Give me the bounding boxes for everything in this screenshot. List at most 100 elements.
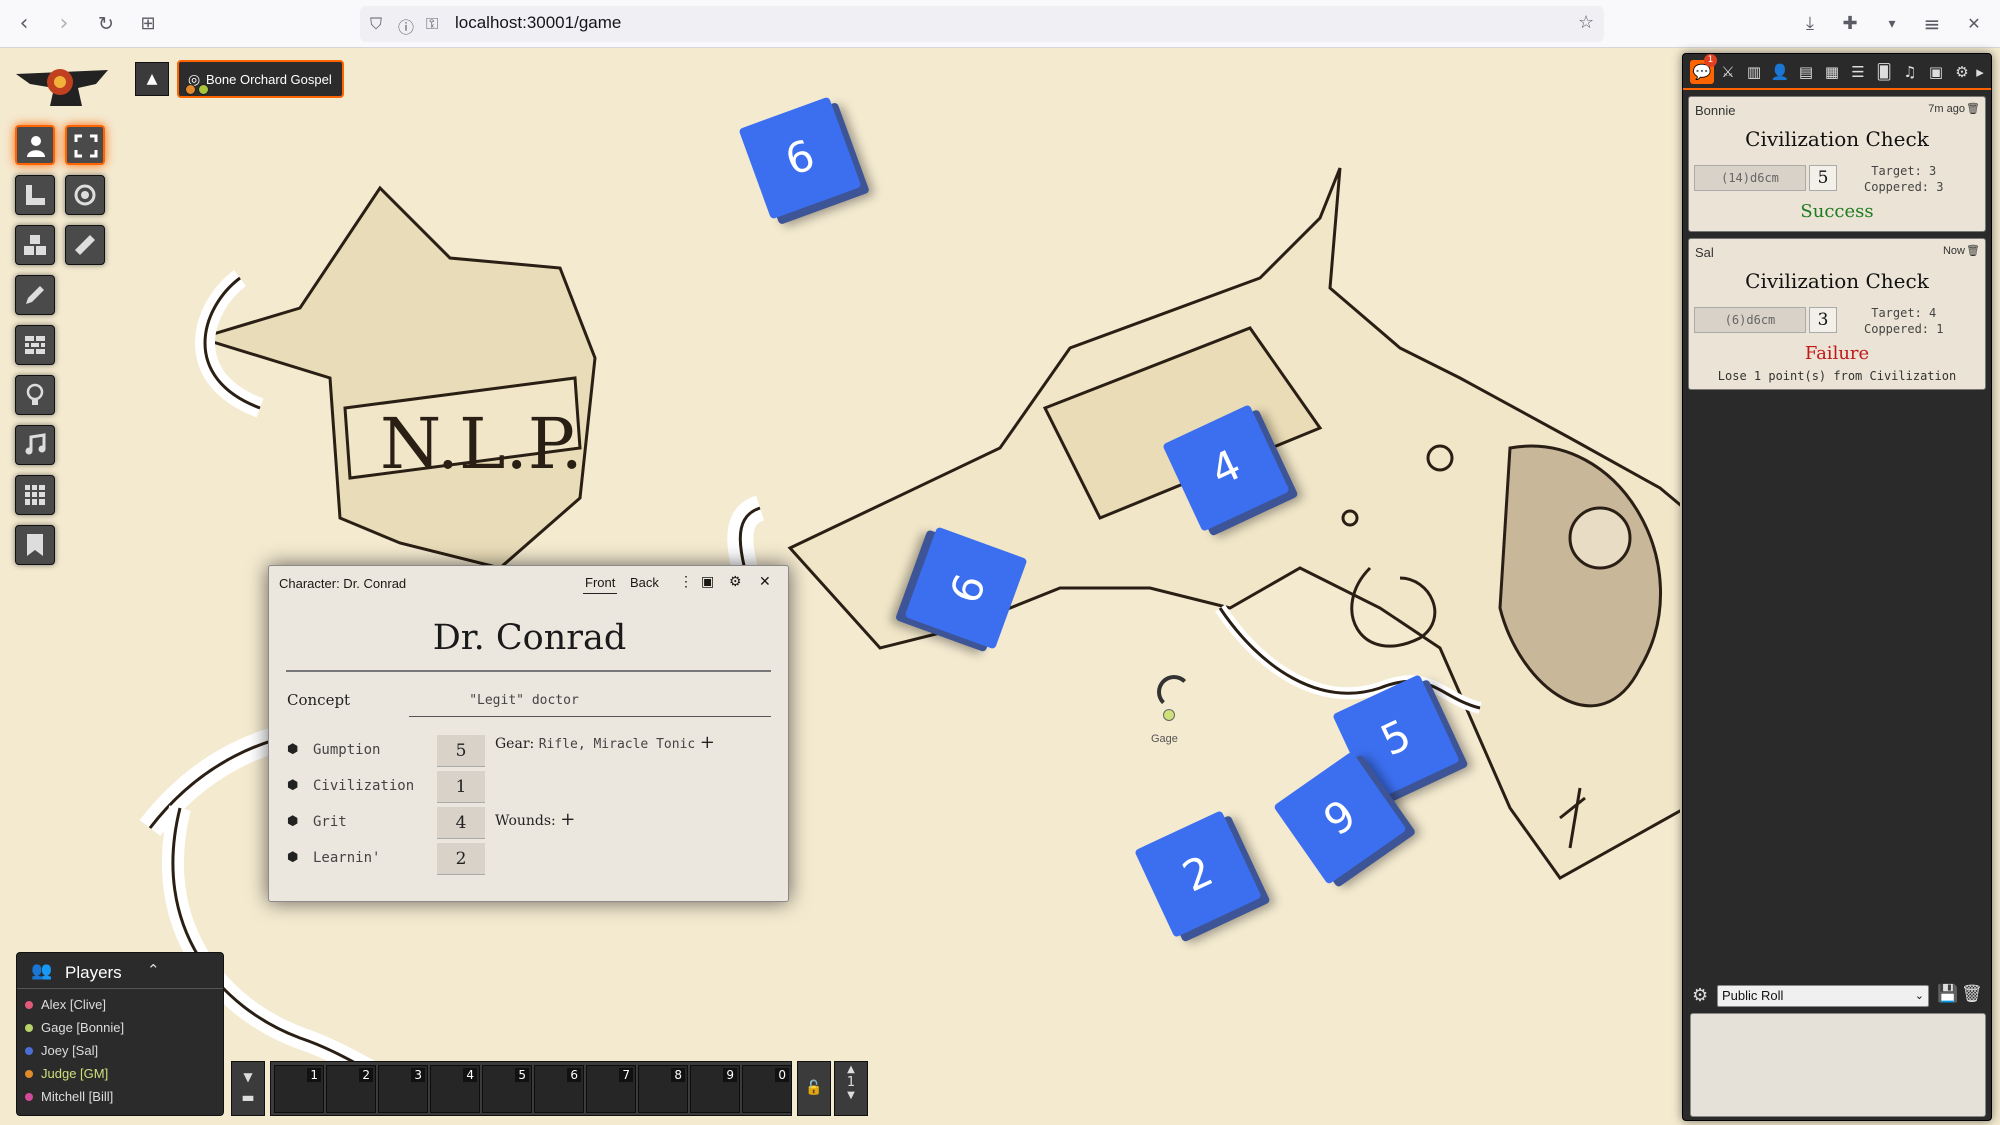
- downloads-icon[interactable]: ⤓: [1794, 8, 1826, 40]
- target-button[interactable]: [65, 175, 105, 215]
- new-tab-icon[interactable]: ⊞: [132, 8, 164, 40]
- fullscreen-button[interactable]: [65, 125, 105, 165]
- tab-back[interactable]: Back: [630, 575, 659, 590]
- player-item[interactable]: Mitchell [Bill]: [25, 1089, 113, 1104]
- game-canvas[interactable]: N.L.P. 6 4 9 5 9 2 Gage: [0, 48, 1680, 1125]
- folder-icon[interactable]: ▬: [232, 1090, 264, 1106]
- measure-controls-button[interactable]: [15, 175, 55, 215]
- player-item[interactable]: Alex [Clive]: [25, 997, 106, 1012]
- concept-field[interactable]: "Legit" doctor: [409, 693, 639, 708]
- chat-message-input[interactable]: [1690, 1013, 1986, 1117]
- players-header[interactable]: 👥 Players ⌃: [17, 953, 223, 989]
- gear-icon[interactable]: ⚙: [729, 574, 742, 590]
- roll-total[interactable]: 3: [1809, 307, 1837, 333]
- more-options-icon[interactable]: ⋮: [679, 574, 693, 590]
- add-wound-icon[interactable]: +: [560, 809, 575, 830]
- page-up-icon[interactable]: ▲: [835, 1064, 867, 1075]
- character-name[interactable]: Dr. Conrad: [269, 618, 790, 658]
- macro-slot[interactable]: 5: [482, 1065, 532, 1113]
- tab-combat[interactable]: ⚔: [1716, 60, 1740, 84]
- trash-icon[interactable]: 🗑: [1966, 102, 1980, 115]
- reload-icon[interactable]: ↻: [90, 8, 122, 40]
- chevron-up-icon[interactable]: ⌃: [147, 961, 160, 979]
- chevron-down-icon[interactable]: ▼: [232, 1070, 264, 1084]
- tab-cards[interactable]: 🂠: [1872, 60, 1896, 84]
- list-all-tabs-icon[interactable]: ▾: [1876, 8, 1908, 40]
- drawing-tools-button[interactable]: [15, 275, 55, 315]
- tab-front[interactable]: Front: [585, 575, 615, 590]
- d20-icon[interactable]: ⚙: [1692, 985, 1708, 1006]
- hotbar-lock-button[interactable]: 🔓: [797, 1061, 831, 1116]
- users-icon: 👥: [31, 961, 53, 980]
- macro-slot[interactable]: 3: [378, 1065, 428, 1113]
- dice-icon[interactable]: ⬢: [287, 850, 305, 865]
- bookmark-star-icon[interactable]: ☆: [1578, 12, 1594, 33]
- hotbar-controls[interactable]: ▼ ▬: [231, 1061, 265, 1116]
- macro-slot[interactable]: 6: [534, 1065, 584, 1113]
- tab-settings[interactable]: ⚙: [1950, 60, 1974, 84]
- sheet-icon[interactable]: ▣: [701, 574, 714, 590]
- notes-button[interactable]: [15, 525, 55, 565]
- macro-slot[interactable]: 9: [690, 1065, 740, 1113]
- trash-icon[interactable]: 🗑: [1966, 244, 1980, 257]
- roll-formula[interactable]: (6)d6cm: [1694, 307, 1806, 333]
- roll-total[interactable]: 5: [1809, 165, 1837, 191]
- add-gear-icon[interactable]: +: [700, 732, 715, 753]
- tab-compendium[interactable]: ▣: [1924, 60, 1948, 84]
- close-window-icon[interactable]: ✕: [1958, 8, 1990, 40]
- save-icon[interactable]: 💾: [1937, 984, 1958, 1004]
- player-item[interactable]: Joey [Sal]: [25, 1043, 98, 1058]
- lighting-button[interactable]: [15, 375, 55, 415]
- player-item[interactable]: Gage [Bonnie]: [25, 1020, 124, 1035]
- macro-slot[interactable]: 0: [742, 1065, 792, 1113]
- menu-icon[interactable]: ≡: [1916, 8, 1948, 40]
- tab-tables[interactable]: ☰: [1846, 60, 1870, 84]
- site-permissions-icon[interactable]: ⚿: [426, 14, 438, 34]
- gear-value[interactable]: Rifle, Miracle Tonic: [539, 737, 696, 752]
- window-title[interactable]: Character: Dr. Conrad: [279, 576, 406, 591]
- extensions-icon[interactable]: ✚: [1834, 8, 1866, 40]
- tab-items[interactable]: ▤: [1794, 60, 1818, 84]
- attribute-value-field[interactable]: 5: [437, 735, 485, 767]
- attribute-value-field[interactable]: 4: [437, 807, 485, 839]
- back-icon[interactable]: ‹: [8, 8, 40, 40]
- regions-button[interactable]: [15, 475, 55, 515]
- token-marker[interactable]: [1163, 709, 1175, 721]
- page-down-icon[interactable]: ▼: [835, 1090, 867, 1101]
- info-icon[interactable]: ⓘ: [398, 14, 414, 38]
- tab-playlists[interactable]: ♫: [1898, 60, 1922, 84]
- token-controls-button[interactable]: [15, 125, 55, 165]
- tab-chat[interactable]: 💬 1: [1690, 54, 1717, 84]
- macro-slot[interactable]: 1: [274, 1065, 324, 1113]
- player-item[interactable]: Judge [GM]: [25, 1066, 108, 1081]
- url-text[interactable]: localhost:30001/game: [455, 13, 621, 33]
- tab-journal[interactable]: ▦: [1820, 60, 1844, 84]
- shield-icon[interactable]: ⛉: [370, 14, 382, 34]
- collapse-sidebar[interactable]: ▸: [1972, 60, 1988, 84]
- close-icon[interactable]: ✕: [759, 574, 771, 590]
- foundry-logo[interactable]: [12, 62, 112, 114]
- forward-icon[interactable]: ›: [48, 8, 80, 40]
- tiles-button[interactable]: [15, 225, 55, 265]
- tab-actors[interactable]: 👤: [1768, 60, 1792, 84]
- walls-button[interactable]: [15, 325, 55, 365]
- attribute-value-field[interactable]: 2: [437, 843, 485, 875]
- attribute-value-field[interactable]: 1: [437, 771, 485, 803]
- trash-icon[interactable]: 🗑: [1961, 984, 1983, 1004]
- tab-scenes[interactable]: ▥: [1742, 60, 1766, 84]
- sounds-button[interactable]: [15, 425, 55, 465]
- macro-slot[interactable]: 2: [326, 1065, 376, 1113]
- dice-icon[interactable]: ⬢: [287, 742, 305, 757]
- dice-icon[interactable]: ⬢: [287, 778, 305, 793]
- token-ring[interactable]: [1157, 675, 1191, 709]
- dice-icon[interactable]: ⬢: [287, 814, 305, 829]
- ruler-button[interactable]: [65, 225, 105, 265]
- roll-mode-select[interactable]: Public Roll ⌄: [1717, 985, 1929, 1007]
- macro-slot[interactable]: 4: [430, 1065, 480, 1113]
- macro-slot[interactable]: 7: [586, 1065, 636, 1113]
- scene-tab-active[interactable]: ◎ Bone Orchard Gospel: [177, 60, 344, 98]
- scene-navigation-toggle[interactable]: ▲: [135, 62, 169, 96]
- macro-slot[interactable]: 8: [638, 1065, 688, 1113]
- address-bar[interactable]: ⛉ ⓘ ⚿ localhost:30001/game ☆: [360, 6, 1604, 42]
- roll-formula[interactable]: (14)d6cm: [1694, 165, 1806, 191]
